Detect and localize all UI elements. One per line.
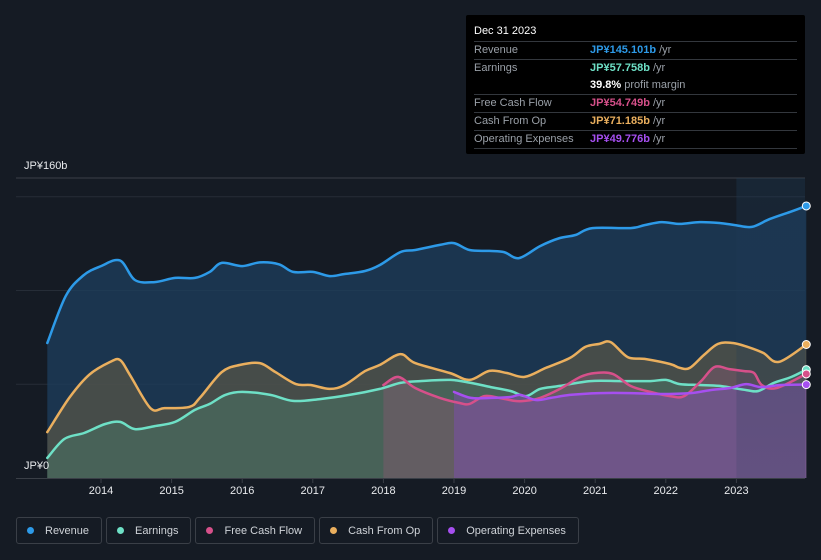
legend-label: Revenue bbox=[45, 524, 90, 537]
x-tick-label: 2014 bbox=[88, 485, 114, 497]
tooltip-row: Revenue JP¥145.101b /yr bbox=[474, 42, 797, 60]
legend-dot-icon bbox=[448, 527, 456, 534]
legend-dot-icon bbox=[206, 527, 214, 534]
legend-item-operating-expenses[interactable]: Operating Expenses bbox=[437, 517, 579, 544]
x-tick-label: 2018 bbox=[371, 485, 396, 497]
tooltip-value: JP¥145.101b /yr bbox=[590, 44, 672, 56]
legend-item-revenue[interactable]: Revenue bbox=[16, 517, 103, 544]
legend-dot-icon bbox=[117, 527, 125, 534]
tooltip-row: Cash From Op JP¥71.185b /yr bbox=[474, 113, 797, 131]
tooltip-value: JP¥57.758b /yr bbox=[590, 62, 666, 74]
tooltip-label: Cash From Op bbox=[474, 115, 547, 127]
x-tick-label: 2021 bbox=[582, 485, 608, 497]
tooltip-value: 39.8% profit margin bbox=[590, 79, 686, 91]
legend-label: Cash From Op bbox=[348, 524, 421, 537]
x-tick-label: 2017 bbox=[300, 485, 326, 497]
x-tick-label: 2015 bbox=[159, 485, 184, 497]
tooltip-date: Dec 31 2023 bbox=[474, 23, 797, 42]
legend-label: Earnings bbox=[135, 524, 179, 537]
tooltip-value: JP¥49.776b /yr bbox=[590, 133, 666, 145]
tooltip-row: 39.8% profit margin bbox=[474, 77, 797, 95]
tooltip-value: JP¥71.185b /yr bbox=[590, 115, 666, 127]
x-tick-label: 2022 bbox=[653, 485, 679, 497]
y-axis-label-zero: JP¥0 bbox=[24, 460, 50, 472]
y-axis-label-top: JP¥160b bbox=[24, 160, 68, 172]
tooltip-row: Earnings JP¥57.758b /yr bbox=[474, 60, 797, 77]
tooltip-value: JP¥54.749b /yr bbox=[590, 97, 666, 109]
tooltip-label: Revenue bbox=[474, 44, 519, 56]
legend-item-cash-from-op[interactable]: Cash From Op bbox=[319, 517, 434, 544]
legend-label: Operating Expenses bbox=[466, 524, 566, 537]
endpoint-operating-expenses bbox=[801, 380, 811, 390]
x-tick-label: 2016 bbox=[229, 485, 255, 497]
legend-label: Free Cash Flow bbox=[224, 524, 303, 537]
tooltip-label bbox=[474, 77, 590, 94]
tooltip-label: Free Cash Flow bbox=[474, 97, 552, 109]
endpoint-cash-from-op bbox=[801, 340, 811, 349]
tooltip-row: Operating Expenses JP¥49.776b /yr bbox=[474, 131, 797, 149]
legend-dot-icon bbox=[330, 527, 338, 534]
tooltip-label: Operating Expenses bbox=[474, 133, 574, 145]
endpoint-free-cash-flow bbox=[801, 369, 811, 379]
legend: Revenue Earnings Free Cash Flow Cash From O… bbox=[16, 517, 579, 544]
x-tick-label: 2019 bbox=[441, 485, 467, 497]
x-tick-label: 2020 bbox=[512, 485, 537, 497]
endpoint-revenue bbox=[801, 201, 811, 211]
legend-dot-icon bbox=[27, 527, 34, 534]
tooltip-row: Free Cash Flow JP¥54.749b /yr bbox=[474, 95, 797, 113]
legend-item-free-cash-flow[interactable]: Free Cash Flow bbox=[195, 517, 316, 544]
legend-item-earnings[interactable]: Earnings bbox=[106, 517, 192, 544]
x-tick-label: 2023 bbox=[724, 485, 749, 497]
forecast-highlight-region bbox=[736, 178, 805, 478]
tooltip: Dec 31 2023 Revenue JP¥145.101b /yr Earnin… bbox=[466, 15, 805, 154]
tooltip-label: Earnings bbox=[474, 62, 518, 74]
